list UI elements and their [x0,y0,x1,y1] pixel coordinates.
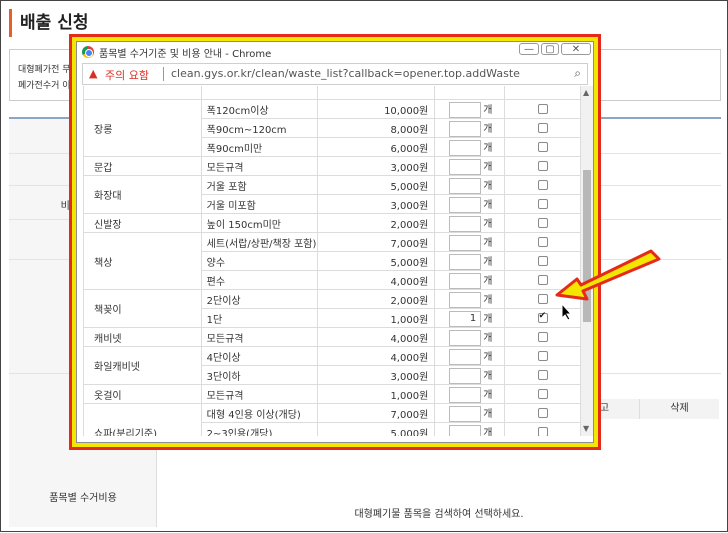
annotation-arrow-icon [555,249,661,301]
screen-frame: 배출 신청 대형폐가전 무 폐가전수거 이 신 비 비밀 전 배 고 삭제 품목… [0,0,728,532]
mouse-cursor-icon [561,303,573,321]
